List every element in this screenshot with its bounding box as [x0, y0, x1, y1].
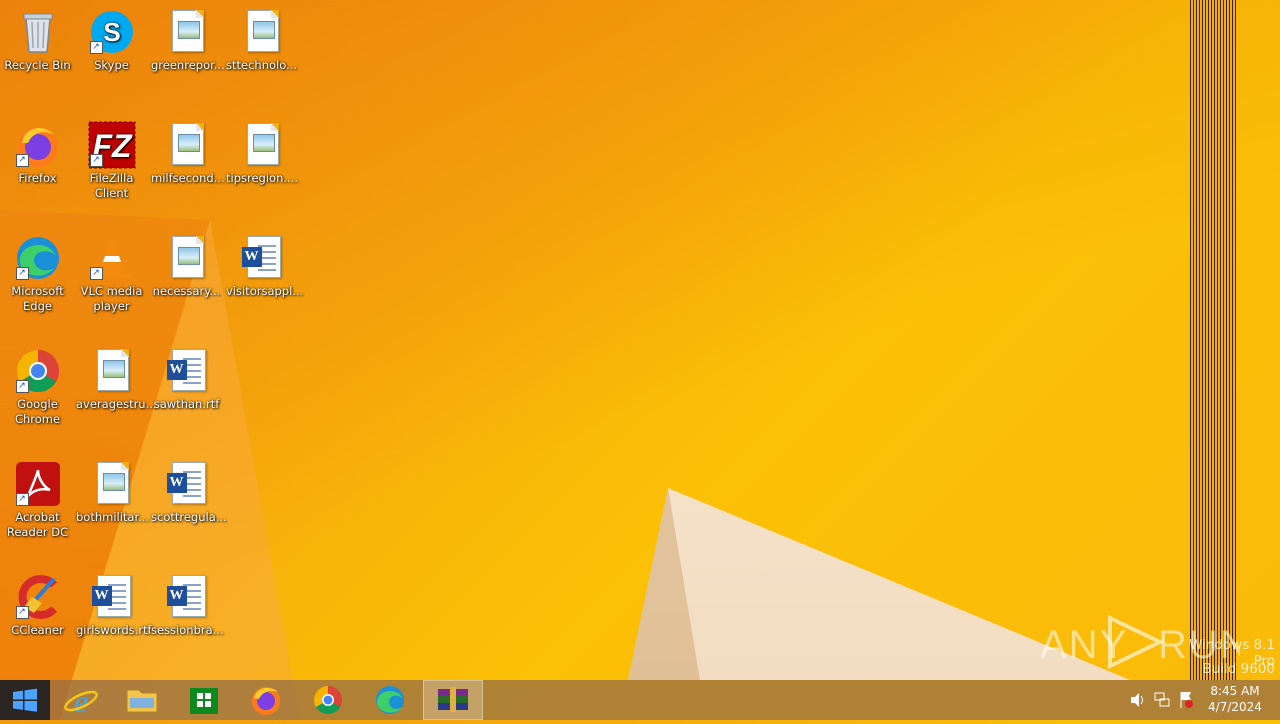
skype-icon: S ↗: [88, 8, 136, 56]
icon-label: sessionbra...: [151, 623, 224, 637]
desktop-icon-file-greenrepor[interactable]: greenrepor...: [149, 4, 225, 73]
taskbar-clock[interactable]: 8:45 AM 4/7/2024: [1200, 683, 1270, 715]
icon-label: necessary...: [152, 284, 221, 298]
screen-artifact-stripes: [1190, 0, 1236, 680]
filezilla-icon: FZ ↗: [88, 121, 136, 169]
image-file-icon: [238, 121, 286, 169]
desktop-icon-edge[interactable]: ↗ Microsoft Edge: [0, 230, 75, 314]
taskbar-internet-explorer[interactable]: e: [51, 680, 111, 720]
shortcut-arrow-icon: ↗: [89, 267, 103, 280]
desktop-icon-skype[interactable]: S ↗ Skype: [74, 4, 149, 73]
desktop-icon-acrobat[interactable]: ↗ Acrobat Reader DC: [0, 456, 75, 540]
icon-label: greenrepor...: [151, 58, 225, 72]
shortcut-arrow-icon: ↗: [15, 493, 29, 506]
icon-label: Google Chrome: [14, 397, 61, 426]
edge-icon: [376, 686, 404, 714]
shortcut-arrow-icon: ↗: [15, 380, 29, 393]
network-icon[interactable]: [1152, 680, 1172, 720]
desktop-icon-file-girlswords[interactable]: W girlswords.rtf: [74, 569, 152, 638]
volume-icon[interactable]: [1128, 680, 1148, 720]
svg-text:S: S: [103, 17, 120, 47]
recycle-bin-icon: [14, 8, 62, 56]
desktop-icon-file-necessary[interactable]: necessary...: [149, 230, 224, 299]
image-file-icon: [163, 234, 211, 282]
icon-label: sawthan.rtf: [153, 397, 220, 411]
firefox-icon: [252, 687, 280, 715]
taskbar-winrar[interactable]: [423, 680, 483, 720]
desktop-icon-file-averagestru[interactable]: averagestru...: [74, 343, 157, 412]
icon-label: tipsregion....: [226, 171, 298, 185]
acrobat-icon: ↗: [14, 460, 62, 508]
icon-label: visitorsappl...: [226, 284, 304, 298]
winrar-icon: [438, 687, 468, 712]
desktop-icon-vlc[interactable]: ↗ VLC media player: [74, 230, 149, 314]
clock-date: 4/7/2024: [1208, 700, 1262, 714]
svg-text:e: e: [74, 683, 88, 719]
firefox-icon: ↗: [14, 121, 62, 169]
desktop-icon-chrome[interactable]: ↗ Google Chrome: [0, 343, 75, 427]
desktop-icon-file-scottregula[interactable]: W scottregula...: [149, 456, 227, 525]
desktop-icon-file-sessionbra[interactable]: W sessionbra...: [149, 569, 224, 638]
desktop-icon-file-sttechnolo[interactable]: sttechnolo...: [224, 4, 299, 73]
icon-label: Firefox: [18, 171, 57, 185]
vlc-icon: ↗: [88, 234, 136, 282]
taskbar-edge[interactable]: [360, 680, 420, 720]
word-document-icon: W: [163, 573, 211, 621]
taskbar-store[interactable]: [174, 680, 234, 720]
icon-label: bothmilitar...: [76, 510, 150, 524]
internet-explorer-icon: e: [64, 683, 98, 719]
icon-label: FileZilla Client: [89, 171, 134, 200]
icon-label: scottregula...: [151, 510, 227, 524]
icon-label: Skype: [94, 58, 129, 72]
clock-time: 8:45 AM: [1210, 684, 1260, 698]
svg-text:ANY: ANY: [1040, 623, 1128, 667]
store-icon: [190, 688, 218, 714]
desktop-icon-file-bothmilitar[interactable]: bothmilitar...: [74, 456, 149, 525]
desktop-icon-file-visitorsappl[interactable]: W visitorsappl...: [224, 230, 304, 299]
word-document-icon: W: [238, 234, 286, 282]
image-file-icon: [163, 121, 211, 169]
ccleaner-icon: ↗: [14, 573, 62, 621]
desktop-icon-file-milfsecond[interactable]: milfsecond...: [149, 117, 225, 186]
icon-label: girlswords.rtf: [76, 623, 152, 637]
chrome-icon: ↗: [14, 347, 62, 395]
desktop-icon-file-tipsregion[interactable]: tipsregion....: [224, 117, 299, 186]
taskbar-firefox[interactable]: [236, 680, 296, 720]
icon-label: VLC media player: [80, 284, 143, 313]
icon-label: Microsoft Edge: [11, 284, 64, 313]
icon-label: CCleaner: [11, 623, 64, 637]
edge-icon: ↗: [14, 234, 62, 282]
image-file-icon: [163, 8, 211, 56]
start-button[interactable]: [0, 680, 50, 720]
os-version-line2: Build 9600: [1202, 661, 1275, 677]
word-document-icon: W: [88, 573, 136, 621]
desktop-icon-firefox[interactable]: ↗ Firefox: [0, 117, 75, 186]
shortcut-arrow-icon: ↗: [15, 154, 29, 167]
action-center-flag-icon[interactable]: [1176, 680, 1196, 720]
taskbar: e: [0, 680, 1280, 720]
word-document-icon: W: [163, 347, 211, 395]
desktop-icon-recycle-bin[interactable]: Recycle Bin: [0, 4, 75, 73]
icon-label: Recycle Bin: [4, 58, 71, 72]
shortcut-arrow-icon: ↗: [89, 154, 103, 167]
image-file-icon: [88, 460, 136, 508]
desktop-icon-ccleaner[interactable]: ↗ CCleaner: [0, 569, 75, 638]
image-file-icon: [238, 8, 286, 56]
chrome-icon: [314, 686, 342, 714]
word-document-icon: W: [163, 460, 211, 508]
taskbar-file-explorer[interactable]: [112, 680, 172, 720]
desktop-icon-filezilla[interactable]: FZ ↗ FileZilla Client: [74, 117, 149, 201]
icon-label: milfsecond...: [151, 171, 225, 185]
icon-label: sttechnolo...: [226, 58, 298, 72]
taskbar-chrome[interactable]: [298, 680, 358, 720]
desktop-icon-file-sawthan[interactable]: W sawthan.rtf: [149, 343, 224, 412]
icon-label: Acrobat Reader DC: [6, 510, 69, 539]
image-file-icon: [88, 347, 136, 395]
shortcut-arrow-icon: ↗: [15, 606, 29, 619]
folder-icon: [126, 689, 158, 713]
shortcut-arrow-icon: ↗: [89, 41, 103, 54]
shortcut-arrow-icon: ↗: [15, 267, 29, 280]
icon-label: averagestru...: [76, 397, 157, 411]
